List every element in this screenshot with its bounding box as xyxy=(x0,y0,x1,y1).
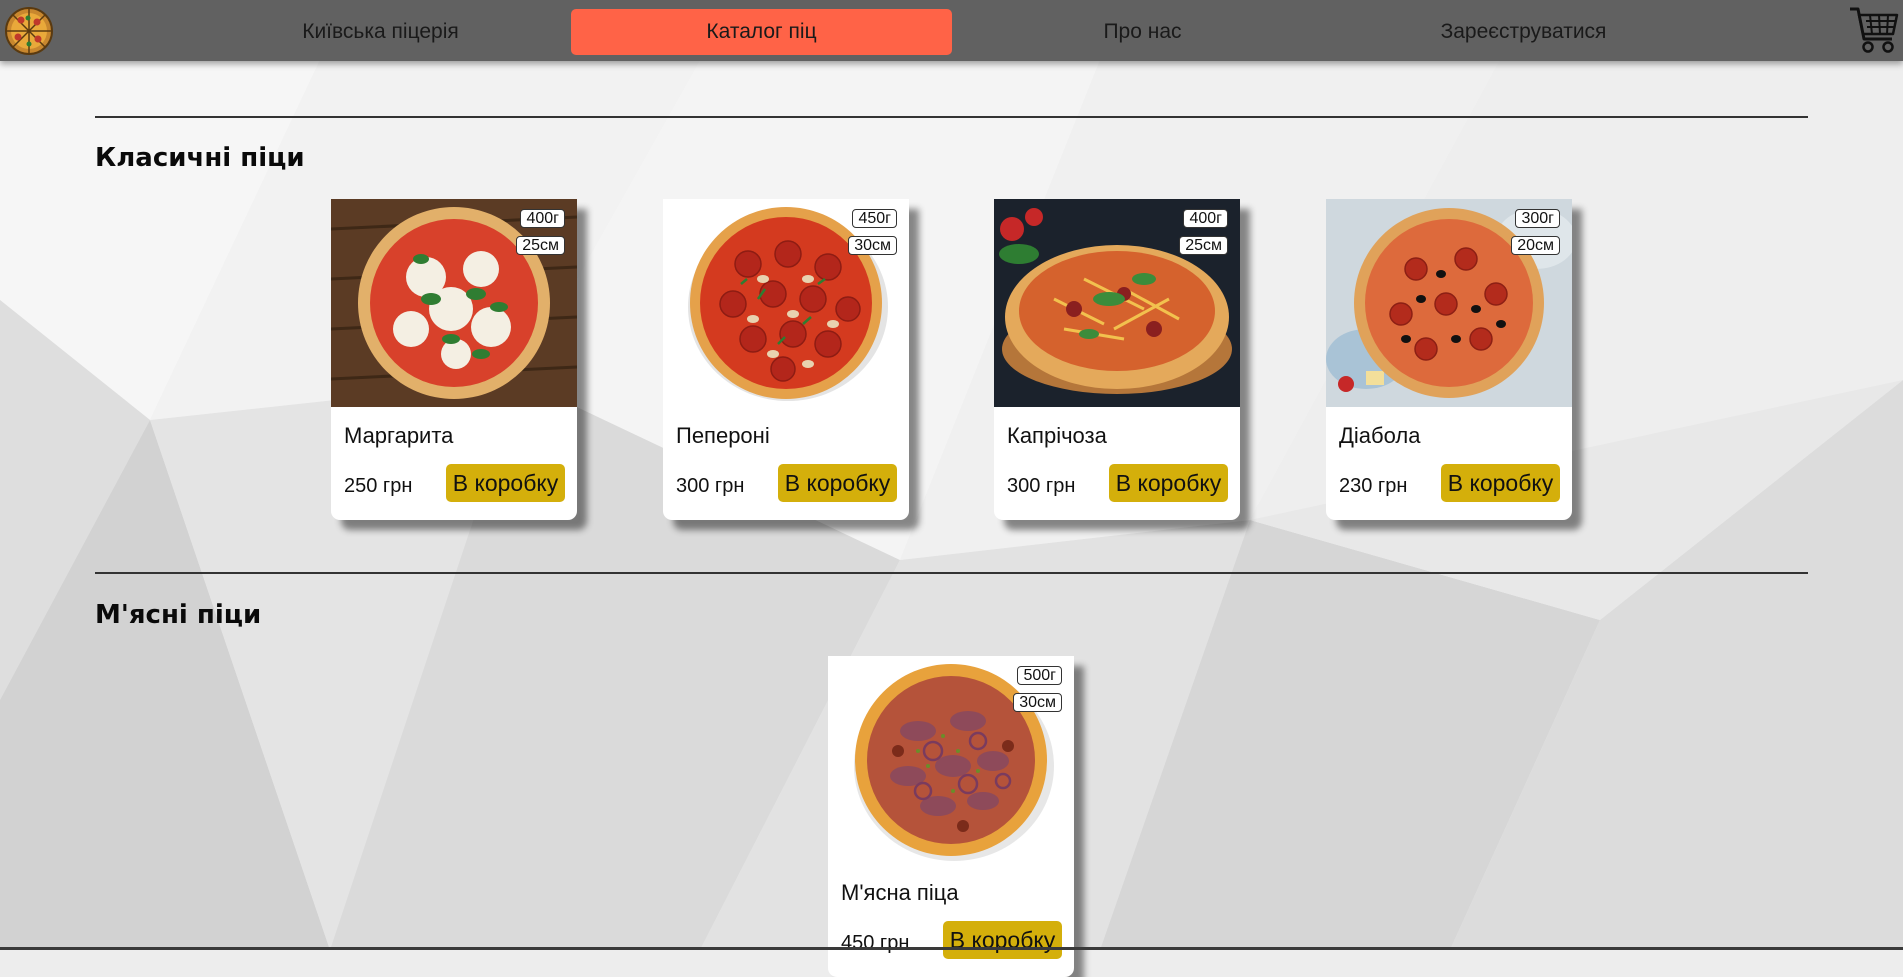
weight-badge: 450г xyxy=(852,209,897,228)
add-to-box-button[interactable]: В коробку xyxy=(778,464,897,502)
nav-link-home[interactable]: Київська піцерія xyxy=(190,9,571,55)
nav-link-about[interactable]: Про нас xyxy=(952,9,1333,55)
section-title-classic: Класичні піци xyxy=(95,143,305,173)
size-badge: 30см xyxy=(1013,693,1062,712)
pizza-price: 230 грн xyxy=(1339,475,1408,497)
section-divider xyxy=(95,116,1808,118)
pizza-image xyxy=(1326,199,1572,407)
section-title-meat: М'ясні піци xyxy=(95,600,262,630)
pizza-card: 400г 25см Капрічоза 300 грн В коробку xyxy=(994,199,1240,520)
weight-badge: 500г xyxy=(1017,666,1062,685)
size-badge: 20см xyxy=(1511,236,1560,255)
pizza-card: 400г 25см Маргарита 250 грн В коробку xyxy=(331,199,577,520)
weight-badge: 400г xyxy=(1183,209,1228,228)
size-badge: 30см xyxy=(848,236,897,255)
weight-badge: 300г xyxy=(1515,209,1560,228)
section-divider xyxy=(95,572,1808,574)
pizza-price: 300 грн xyxy=(1007,475,1076,497)
catalog-content: Класичні піци 400г 25см Маргарита 250 гр… xyxy=(0,61,1903,977)
pizza-logo-icon[interactable] xyxy=(4,6,54,56)
add-to-box-button[interactable]: В коробку xyxy=(1109,464,1228,502)
pizza-card: 500г 30см М'ясна піца 450 грн В коробку xyxy=(828,656,1074,977)
nav-link-catalog[interactable]: Каталог піц xyxy=(571,9,952,55)
weight-badge: 400г xyxy=(520,209,565,228)
size-badge: 25см xyxy=(516,236,565,255)
pizza-image xyxy=(994,199,1240,407)
add-to-box-button[interactable]: В коробку xyxy=(1441,464,1560,502)
cart-icon[interactable] xyxy=(1848,3,1900,57)
size-badge: 25см xyxy=(1179,236,1228,255)
pizza-image xyxy=(828,656,1074,864)
pizza-name: Капрічоза xyxy=(1007,423,1107,448)
pizza-image xyxy=(331,199,577,407)
pizza-name: Пепероні xyxy=(676,423,770,448)
pizza-price: 300 грн xyxy=(676,475,745,497)
nav-link-register[interactable]: Зареєструватися xyxy=(1333,9,1714,55)
pizza-price: 450 грн xyxy=(841,932,910,954)
pizza-name: Діабола xyxy=(1339,423,1421,448)
pizza-card: 450г 30см Пепероні 300 грн В коробку xyxy=(663,199,909,520)
add-to-box-button[interactable]: В коробку xyxy=(943,921,1062,959)
pizza-price: 250 грн xyxy=(344,475,413,497)
pizza-image xyxy=(663,199,909,407)
pizza-name: М'ясна піца xyxy=(841,880,959,905)
pizza-name: Маргарита xyxy=(344,423,454,448)
top-navbar: Київська піцерія Каталог піц Про нас Зар… xyxy=(0,0,1903,61)
pizza-card: 300г 20см Діабола 230 грн В коробку xyxy=(1326,199,1572,520)
add-to-box-button[interactable]: В коробку xyxy=(446,464,565,502)
